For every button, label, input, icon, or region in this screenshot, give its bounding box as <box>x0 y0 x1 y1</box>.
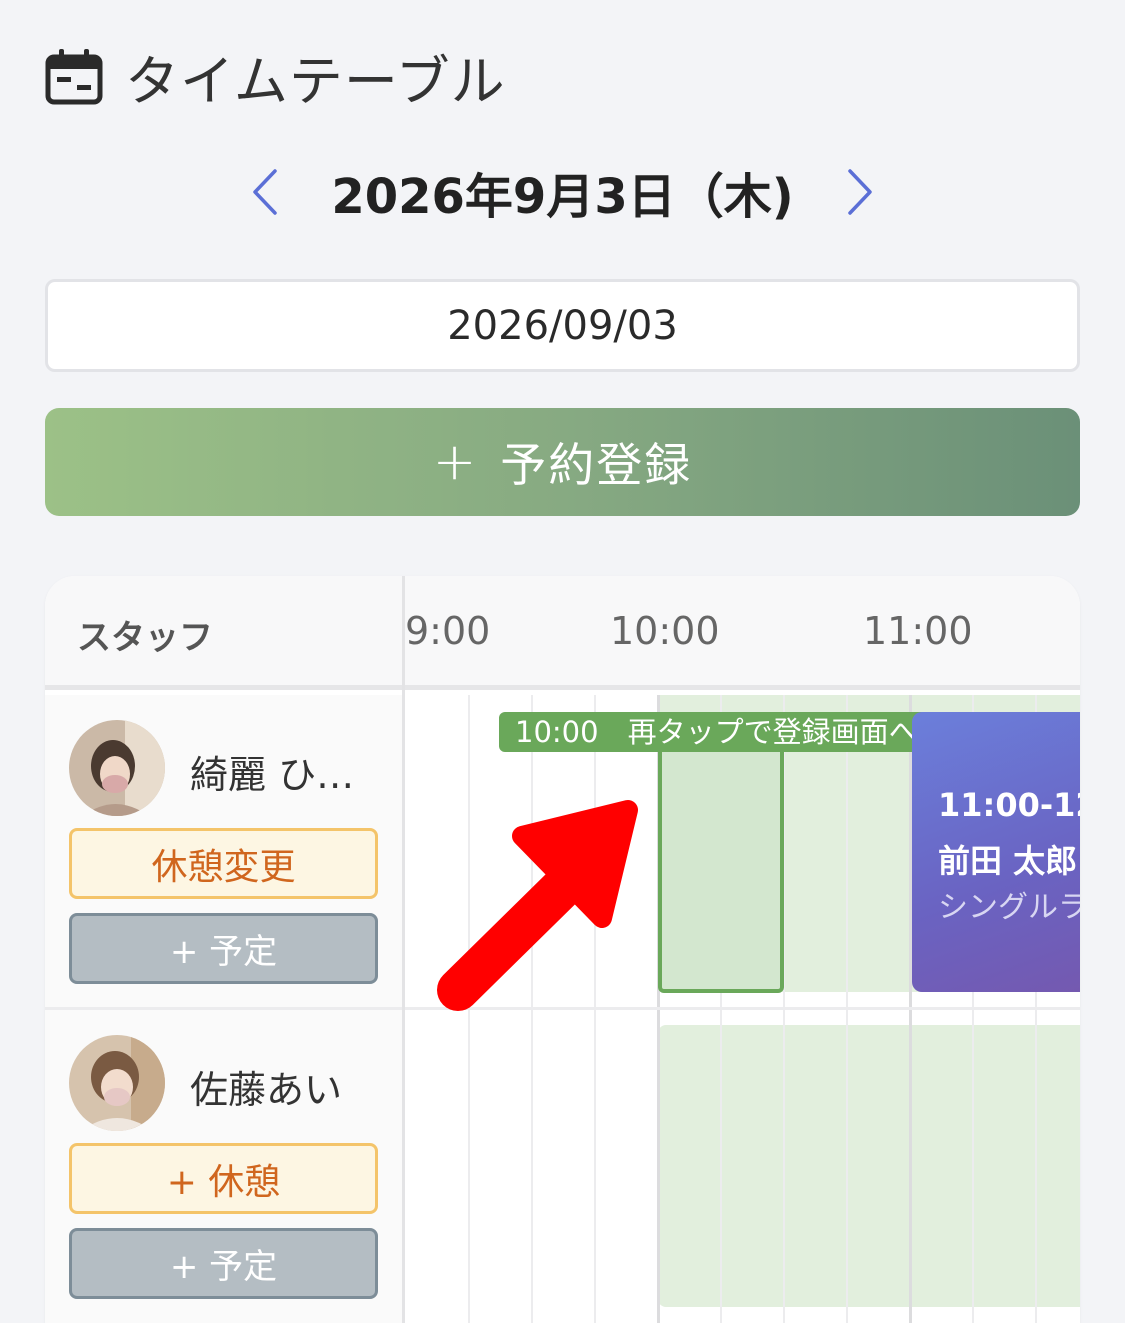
plus-icon: + <box>432 432 479 492</box>
timetable-page: タイムテーブル 2026年9月3日（木) + 予約登録 スタッフ 9:00 10… <box>0 0 1125 1323</box>
time-label-10: 10:00 <box>610 609 720 653</box>
timetable: スタッフ 9:00 10:00 11:00 10:00 再タップで登録画面へ 1… <box>45 576 1080 1323</box>
time-label-11: 11:00 <box>863 609 973 653</box>
reservation-menu: シングルラ <box>938 890 1080 925</box>
slot-tooltip[interactable]: 10:00 再タップで登録画面へ <box>499 712 934 752</box>
prev-day-button[interactable] <box>245 164 285 220</box>
staff-name: 佐藤あい <box>190 1068 343 1112</box>
add-reservation-label: 予約登録 <box>500 438 693 492</box>
change-break-button[interactable]: 休憩変更 <box>69 828 378 899</box>
next-day-button[interactable] <box>840 164 880 220</box>
chevron-left-icon <box>253 169 278 215</box>
staff-name: 綺麗 ひ… <box>190 753 355 797</box>
add-schedule-button[interactable]: + 予定 <box>69 913 378 984</box>
date-navigation: 2026年9月3日（木) <box>0 152 1125 232</box>
current-date-label: 2026年9月3日（木) <box>331 169 794 225</box>
column-divider <box>402 576 405 1323</box>
add-schedule-button[interactable]: + 予定 <box>69 1228 378 1299</box>
add-break-button[interactable]: + 休憩 <box>69 1143 378 1214</box>
staff-column-header: スタッフ <box>77 618 213 658</box>
page-header: タイムテーブル <box>45 40 506 113</box>
reservation-customer: 前田 太郎 <box>938 842 1078 880</box>
chevron-right-icon <box>847 169 872 215</box>
time-label-9: 9:00 <box>405 609 491 653</box>
page-title: タイムテーブル <box>125 49 506 113</box>
avatar <box>69 720 165 816</box>
timetable-header: スタッフ 9:00 10:00 11:00 <box>45 576 1080 690</box>
avatar <box>69 1035 165 1131</box>
staff-row: 佐藤あい + 休憩 + 予定 <box>45 1010 402 1323</box>
staff-photo <box>69 720 165 816</box>
date-field[interactable] <box>45 279 1080 372</box>
staff-photo <box>69 1035 165 1131</box>
add-reservation-button[interactable]: + 予約登録 <box>45 408 1080 516</box>
staff-row: 綺麗 ひ… 休憩変更 + 予定 <box>45 695 402 1009</box>
reservation-card[interactable]: 11:00-12 前田 太郎 シングルラ <box>912 712 1080 992</box>
reservation-time: 11:00-12 <box>938 786 1080 824</box>
calendar-icon <box>45 49 103 105</box>
selected-time-slot[interactable] <box>658 731 784 993</box>
